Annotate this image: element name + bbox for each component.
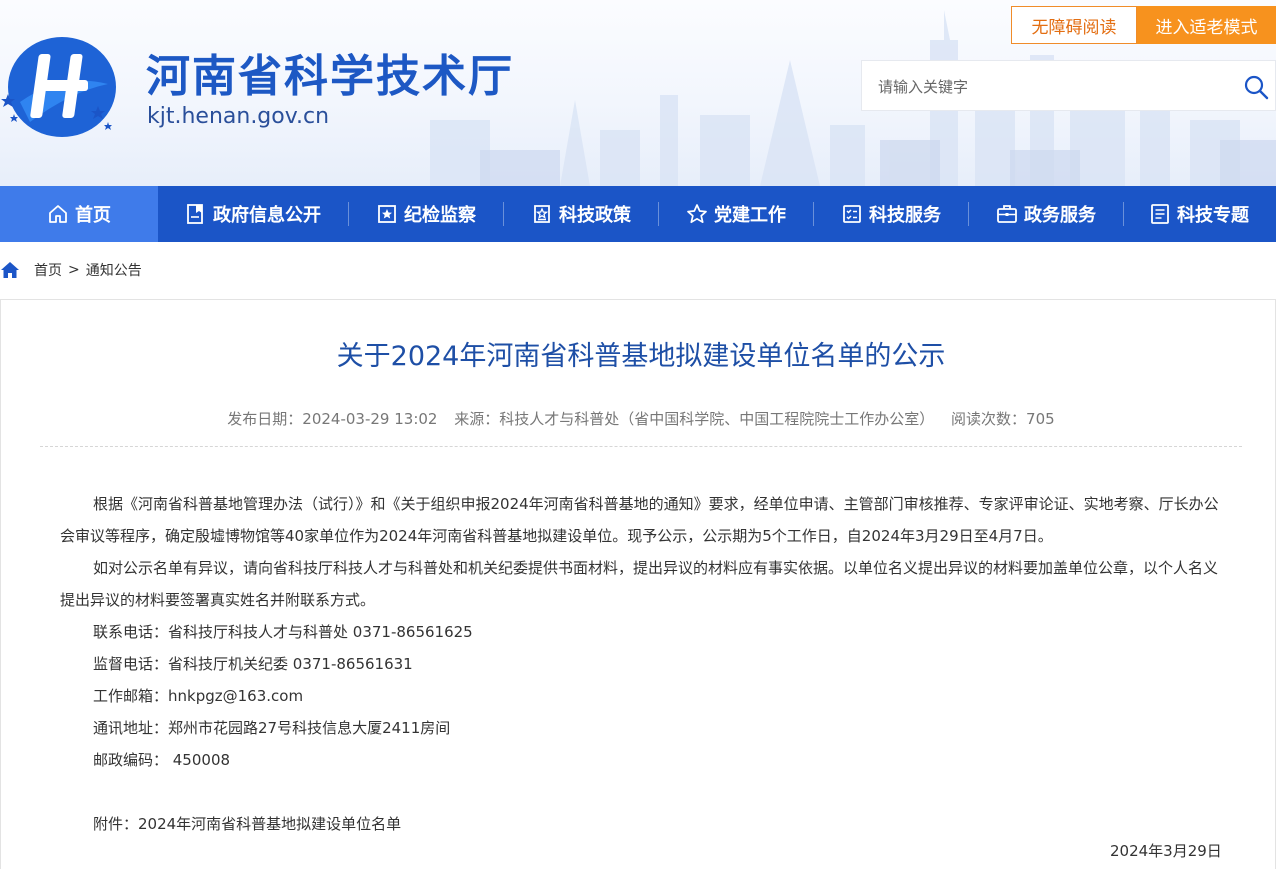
search-input[interactable] <box>876 61 1220 112</box>
article-meta: 发布日期：2024-03-29 13:02 来源：科技人才与科普处（省中国科学院… <box>0 408 1276 429</box>
site-title: 河南省科学技术厅 <box>146 51 514 102</box>
nav-item-tech-topic[interactable]: 科技专题 <box>1124 186 1274 242</box>
topic-doc-icon <box>1151 204 1169 224</box>
nav-item-gov-service[interactable]: 政务服务 <box>969 186 1123 242</box>
view-count: 阅读次数：705 <box>951 410 1055 428</box>
paragraph-objection: 如对公示名单有异议，请向省科技厅科技人才与科普处和机关纪委提供书面材料，提出异议… <box>60 559 1219 609</box>
bookmark-doc-icon <box>187 204 203 224</box>
elder-mode-button[interactable]: 进入适老模式 <box>1137 6 1276 44</box>
briefcase-icon <box>997 205 1017 223</box>
breadcrumb-home-link[interactable]: 首页 <box>34 260 62 280</box>
nav-item-label: 政务服务 <box>1024 205 1096 226</box>
breadcrumb-separator: > <box>68 262 80 278</box>
nav-item-label: 纪检监察 <box>404 205 476 226</box>
site-header: 河南省科学技术厅 kjt.henan.gov.cn 无障碍阅读 进入适老模式 <box>0 0 1276 186</box>
nav-item-label: 首页 <box>75 205 111 226</box>
accessibility-reading-button[interactable]: 无障碍阅读 <box>1011 6 1137 44</box>
meta-divider <box>40 446 1242 447</box>
home-icon <box>1 262 19 278</box>
content-border-left <box>0 299 1 869</box>
home-icon <box>49 205 67 223</box>
article-title: 关于2024年河南省科普基地拟建设单位名单的公示 <box>336 341 946 372</box>
search-icon[interactable] <box>1243 74 1269 100</box>
main-nav: 首页 政府信息公开 纪检监察 科技政策 党建工作 科技服务 政务服务 科技专题 <box>0 186 1276 242</box>
publish-date: 发布日期：2024-03-29 13:02 <box>227 410 438 428</box>
breadcrumb-current-link[interactable]: 通知公告 <box>86 260 142 280</box>
nav-item-tech-service[interactable]: 科技服务 <box>814 186 968 242</box>
nav-item-label: 科技专题 <box>1177 205 1249 226</box>
mail-address: 通讯地址：郑州市花园路27号科技信息大厦2411房间 <box>93 719 451 737</box>
supervise-phone: 监督电话：省科技厅机关纪委 0371-86561631 <box>93 655 413 673</box>
paragraph-intro: 根据《河南省科普基地管理办法（试行）》和《关于组织申报2024年河南省科普基地的… <box>60 495 1219 545</box>
postcode: 邮政编码： 450008 <box>93 751 231 769</box>
nav-item-home[interactable]: 首页 <box>0 186 158 242</box>
nav-item-label: 党建工作 <box>714 205 786 226</box>
nav-item-party[interactable]: 党建工作 <box>659 186 813 242</box>
article-source: 来源：科技人才与科普处（省中国科学院、中国工程院院士工作办公室） <box>454 410 935 428</box>
star-icon <box>687 204 707 224</box>
policy-icon <box>534 205 550 223</box>
site-domain: kjt.henan.gov.cn <box>147 104 330 129</box>
henan-logo <box>1 37 116 137</box>
contact-phone: 联系电话：省科技厅科技人才与科普处 0371-86561625 <box>93 623 473 641</box>
nav-item-label: 科技政策 <box>559 205 631 226</box>
work-email: 工作邮箱：hnkpgz@163.com <box>93 687 304 705</box>
nav-item-label: 科技服务 <box>869 205 941 226</box>
breadcrumb: 首页 > 通知公告 <box>0 258 142 282</box>
signature-date: 2024年3月29日 <box>1110 842 1222 860</box>
nav-item-label: 政府信息公开 <box>213 205 321 226</box>
nav-item-gov-info[interactable]: 政府信息公开 <box>158 186 348 242</box>
inspect-icon <box>378 205 396 223</box>
checklist-icon <box>843 205 861 223</box>
article-body: 根据《河南省科普基地管理办法（试行）》和《关于组织申报2024年河南省科普基地的… <box>60 488 1230 840</box>
search-box <box>861 60 1276 112</box>
content-border-top <box>0 299 1276 300</box>
nav-item-policy[interactable]: 科技政策 <box>504 186 658 242</box>
nav-item-inspection[interactable]: 纪检监察 <box>349 186 503 242</box>
attachment-link[interactable]: 附件：2024年河南省科普基地拟建设单位名单 <box>60 808 1230 840</box>
